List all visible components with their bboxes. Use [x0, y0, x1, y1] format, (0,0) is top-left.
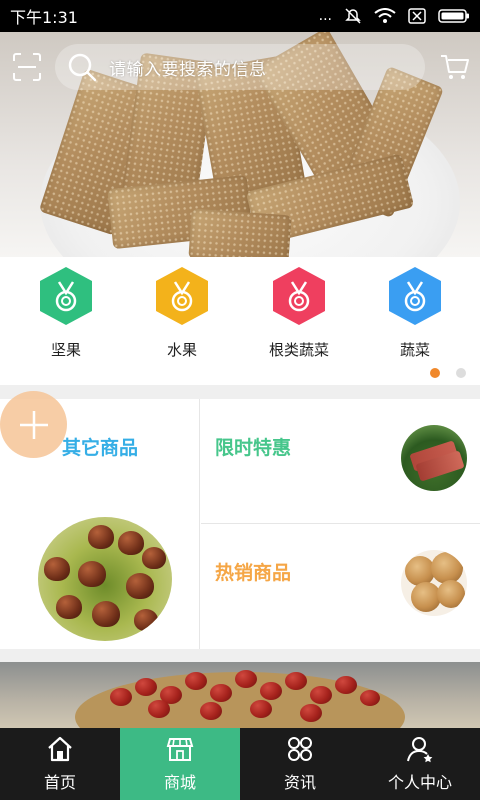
- tab-store[interactable]: 商城: [120, 728, 240, 800]
- status-icons: ...: [319, 7, 470, 25]
- bottom-tab-bar: 首页 商城 资讯 个人中心: [0, 728, 480, 800]
- category-label: 蔬菜: [399, 341, 430, 359]
- medal-icon: [40, 267, 92, 325]
- chestnut: [126, 573, 154, 599]
- promo-limited-offer[interactable]: 限时特惠: [201, 399, 480, 524]
- user-center-icon: [407, 737, 433, 763]
- no-sim-icon: [408, 8, 426, 24]
- category-label: 根类蔬菜: [268, 341, 329, 359]
- date-fruit: [360, 690, 380, 706]
- category-label: 坚果: [50, 341, 81, 359]
- walnut: [437, 580, 465, 608]
- notification-more-icon: ...: [318, 8, 332, 24]
- store-icon: [166, 738, 194, 761]
- date-fruit: [250, 700, 272, 718]
- category-nuts[interactable]: 坚果: [16, 265, 116, 360]
- tab-user-center[interactable]: 个人中心: [360, 728, 480, 800]
- category-fruit[interactable]: 水果: [132, 265, 232, 360]
- medal-icon: [156, 267, 208, 325]
- tab-label: 个人中心: [387, 773, 452, 792]
- page-indicator: [430, 368, 466, 378]
- limited-offer-image: [401, 425, 467, 491]
- home-icon: [48, 736, 72, 762]
- scan-icon[interactable]: [12, 52, 42, 82]
- chestnut-image: [38, 517, 172, 641]
- chestnut: [88, 525, 114, 549]
- date-fruit: [185, 672, 207, 690]
- page-dot: [456, 368, 466, 378]
- add-button[interactable]: [0, 391, 67, 458]
- category-vegetables[interactable]: 蔬菜: [365, 265, 465, 360]
- news-icon: [288, 737, 312, 761]
- search-input[interactable]: 请输入要搜索的信息: [55, 44, 425, 90]
- hero-banner[interactable]: 请输入要搜索的信息: [0, 32, 480, 257]
- page-dot-active: [430, 368, 440, 378]
- tab-label: 首页: [43, 773, 76, 792]
- date-fruit: [285, 672, 307, 690]
- category-nav: 坚果 水果 根类蔬菜 蔬菜: [0, 257, 480, 385]
- date-fruit: [110, 688, 132, 706]
- tab-label: 资讯: [283, 773, 316, 792]
- promo-hot-sale[interactable]: 热销商品: [201, 524, 480, 649]
- date-fruit: [135, 678, 157, 696]
- date-fruit: [310, 686, 332, 704]
- date-fruit: [260, 682, 282, 700]
- promo-title: 其它商品: [62, 437, 139, 459]
- tab-news[interactable]: 资讯: [240, 728, 360, 800]
- dates-banner[interactable]: [0, 662, 480, 728]
- banner-food: [188, 208, 292, 257]
- chestnut: [92, 601, 120, 627]
- date-fruit: [210, 684, 232, 702]
- mute-icon: [345, 8, 361, 24]
- tab-home[interactable]: 首页: [0, 728, 120, 800]
- app-screen: 下午1:31 ... 请输入要搜索的信息 坚果 水果 根类蔬菜 蔬菜 其它商品 …: [0, 0, 480, 800]
- promo-section: 其它商品 限时特惠 热销商品: [0, 399, 480, 649]
- medal-icon: [389, 267, 441, 325]
- wifi-icon: [374, 8, 396, 23]
- status-time: 下午1:31: [10, 8, 78, 27]
- chestnut: [142, 547, 166, 569]
- date-fruit: [148, 700, 170, 718]
- battery-icon: [438, 9, 469, 23]
- medal-icon: [273, 267, 325, 325]
- status-bar: 下午1:31 ...: [0, 0, 480, 32]
- walnut: [431, 552, 463, 584]
- search-placeholder: 请输入要搜索的信息: [109, 59, 267, 80]
- cart-icon[interactable]: [440, 52, 470, 82]
- category-root-vegetables[interactable]: 根类蔬菜: [249, 265, 349, 360]
- chestnut: [44, 557, 70, 581]
- promo-title: 热销商品: [215, 562, 292, 584]
- plus-icon: [19, 410, 48, 439]
- category-label: 水果: [166, 341, 197, 359]
- chestnut: [134, 609, 158, 631]
- promo-title: 限时特惠: [215, 437, 292, 459]
- top-bar: 请输入要搜索的信息: [0, 32, 480, 102]
- date-fruit: [200, 702, 222, 720]
- date-fruit: [335, 676, 357, 694]
- date-fruit: [235, 670, 257, 688]
- hot-sale-image: [401, 550, 467, 616]
- tab-label: 商城: [163, 773, 196, 792]
- chestnut: [56, 595, 82, 619]
- chestnut: [78, 561, 106, 587]
- date-fruit: [300, 704, 322, 722]
- chestnut: [118, 531, 144, 555]
- search-icon: [68, 53, 97, 82]
